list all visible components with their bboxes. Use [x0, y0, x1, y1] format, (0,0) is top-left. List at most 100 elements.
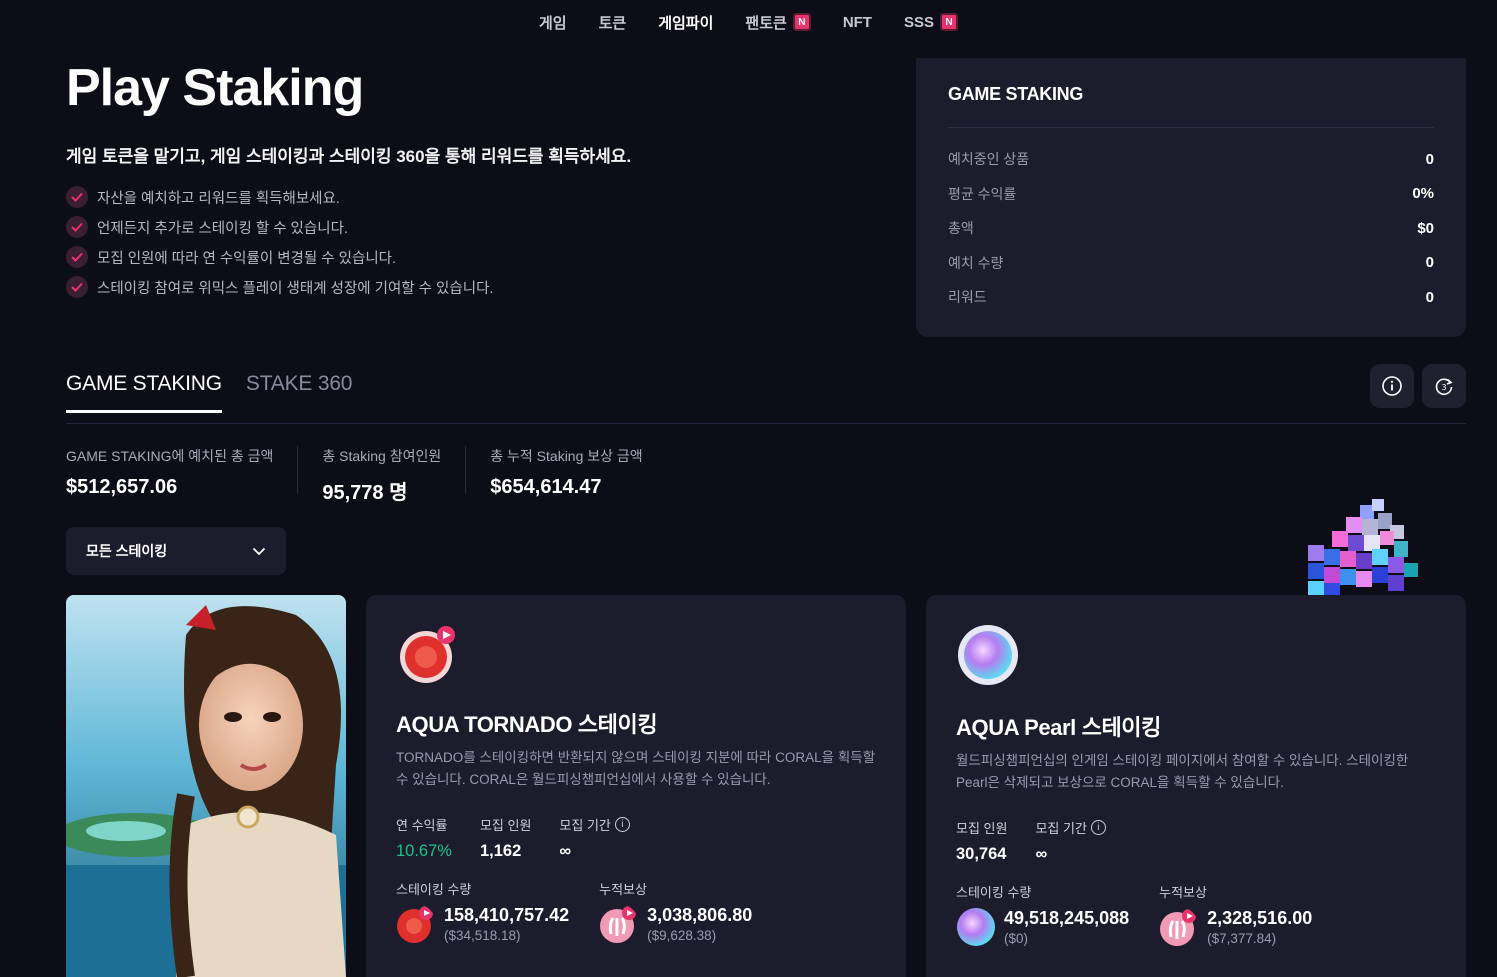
tab-stake-360[interactable]: STAKE 360	[246, 372, 353, 413]
summary-label: 리워드	[948, 289, 987, 306]
apr-label: 연 수익률	[396, 818, 448, 833]
staking-filter-select[interactable]: 모든 스테이킹	[66, 527, 286, 575]
summary-row: 예치중인 상품 0	[948, 142, 1434, 177]
period-value: ∞	[1035, 845, 1048, 863]
character-illustration	[66, 595, 346, 977]
summary-value: $0	[1417, 219, 1434, 237]
chevron-down-icon	[252, 547, 266, 555]
tornado-token-icon	[400, 626, 455, 683]
staked-amount: 158,410,757.42	[444, 905, 570, 925]
staked-usd: ($34,518.18)	[444, 928, 521, 943]
tab-game-staking[interactable]: GAME STAKING	[66, 372, 222, 413]
refresh-timer-icon: 3	[1435, 378, 1453, 396]
tornado-token-icon	[397, 906, 433, 943]
card-title: AQUA TORNADO 스테이킹	[396, 712, 658, 737]
reward-amount: 3,038,806.80	[647, 905, 753, 925]
benefit-text: 스테이킹 참여로 위믹스 플레이 생태계 성장에 기여할 수 있습니다.	[97, 280, 494, 297]
nav-label: 토큰	[598, 14, 627, 32]
reward-field: 누적보상 2,328,516.00 ($7,377.84)	[1159, 882, 1312, 947]
summary-title: GAME STAKING	[948, 84, 1084, 104]
my-staking-summary: GAME STAKING 예치중인 상품 0 평균 수익률 0% 총액 $0 예치 수…	[916, 58, 1466, 337]
period-field: 모집 기간 i ∞	[1035, 818, 1106, 864]
coral-token-icon	[1160, 909, 1197, 946]
benefit-item: 자산을 예치하고 리워드를 획득해보세요.	[66, 182, 493, 212]
summary-value: 0	[1425, 150, 1434, 168]
apr-field: 연 수익률 10.67%	[396, 815, 452, 861]
staking-card-aqua-tornado[interactable]: AQUA TORNADO 스테이킹 TORNADO를 스테이킹하면 반환되지 않…	[366, 595, 906, 977]
stat-value: 95,778 명	[322, 482, 408, 504]
recruit-field: 모집 인원 30,764	[956, 818, 1007, 864]
check-icon	[66, 186, 88, 208]
benefit-list: 자산을 예치하고 리워드를 획득해보세요. 언제든지 추가로 스테이킹 할 수 …	[66, 182, 493, 302]
benefit-item: 모집 인원에 따라 연 수익률이 변경될 수 있습니다.	[66, 242, 493, 272]
period-label-row: 모집 기간 i	[1035, 818, 1106, 837]
benefit-item: 언제든지 추가로 스테이킹 할 수 있습니다.	[66, 212, 493, 242]
nav-label: NFT	[842, 13, 872, 31]
check-icon	[66, 216, 88, 238]
staked-amount: 49,518,245,088	[1004, 908, 1130, 928]
reward-label: 누적보상	[1159, 885, 1207, 900]
nav-label: 게임	[538, 14, 567, 32]
stat-total-rewards: 총 누적 Staking 보상 금액 $654,614.47	[490, 446, 666, 498]
summary-row: 예치 수량 0	[948, 246, 1434, 281]
summary-value: 0	[1425, 288, 1434, 306]
reward-usd: ($7,377.84)	[1207, 931, 1277, 946]
period-value: ∞	[559, 842, 572, 860]
card-description: 월드피싱챔피언십의 인게임 스테이킹 페이지에서 참여할 수 있습니다. 스테이…	[956, 753, 1409, 790]
nav-label: 팬토큰	[745, 14, 787, 32]
staking-tabs: GAME STAKING STAKE 360	[66, 372, 352, 413]
game-character-banner	[66, 595, 346, 977]
summary-row: 리워드 0	[948, 280, 1434, 315]
nav-item-fantoken[interactable]: 팬토큰 N	[745, 12, 811, 33]
nav-item-token[interactable]: 토큰	[599, 12, 627, 33]
period-label-row: 모집 기간 i	[559, 815, 630, 834]
info-icon[interactable]: i	[1090, 820, 1106, 835]
benefit-text: 모집 인원에 따라 연 수익률이 변경될 수 있습니다.	[97, 250, 397, 267]
summary-label: 총액	[948, 220, 974, 237]
summary-row: 평균 수익률 0%	[948, 177, 1434, 212]
new-badge: N	[792, 13, 811, 31]
recruit-value: 1,162	[479, 842, 522, 860]
recruit-value: 30,764	[956, 845, 1007, 863]
page-subtitle: 게임 토큰을 맡기고, 게임 스테이킹과 스테이킹 360을 통해 리워드를 획…	[66, 147, 632, 166]
benefit-item: 스테이킹 참여로 위믹스 플레이 생태계 성장에 기여할 수 있습니다.	[66, 272, 493, 302]
info-icon	[1382, 376, 1402, 396]
stat-label: GAME STAKING에 예치된 총 금액	[66, 448, 274, 464]
info-icon[interactable]: i	[614, 817, 630, 832]
staked-amount-field: 스테이킹 수량 49,518,245,088 ($0)	[956, 882, 1129, 947]
recruit-field: 모집 인원 1,162	[480, 815, 531, 861]
stat-label: 총 누적 Staking 보상 금액	[490, 448, 643, 464]
tabs-divider	[66, 423, 1466, 424]
summary-value: 0%	[1412, 185, 1434, 203]
reward-label: 누적보상	[599, 882, 647, 897]
coral-token-icon	[600, 906, 637, 943]
nav-item-sss[interactable]: SSS N	[904, 13, 958, 31]
stat-total-deposit: GAME STAKING에 예치된 총 금액 $512,657.06	[66, 446, 299, 498]
nav-label: 게임파이	[658, 14, 714, 32]
staked-amount-field: 스테이킹 수량 158,410,757.42 ($34,518.18)	[396, 879, 569, 944]
nav-label: SSS	[903, 13, 934, 31]
refresh-button[interactable]: 3	[1422, 364, 1466, 408]
cube-illustration	[1308, 499, 1418, 595]
check-icon	[66, 246, 88, 268]
nav-item-gamefi[interactable]: 게임파이	[658, 12, 713, 33]
apr-value: 10.67%	[396, 842, 452, 860]
check-icon	[66, 276, 88, 298]
staked-label: 스테이킹 수량	[956, 885, 1032, 900]
info-button[interactable]	[1370, 364, 1414, 408]
summary-label: 예치중인 상품	[948, 151, 1030, 168]
staked-label: 스테이킹 수량	[396, 882, 472, 897]
card-description: TORNADO를 스테이킹하면 반환되지 않으며 스테이킹 지분에 따라 COR…	[396, 750, 876, 787]
nav-item-nft[interactable]: NFT	[843, 14, 872, 31]
nav-item-game[interactable]: 게임	[539, 12, 567, 33]
period-label: 모집 기간	[559, 818, 611, 833]
card-title: AQUA Pearl 스테이킹	[956, 715, 1161, 740]
svg-text:3: 3	[1441, 383, 1446, 392]
period-field: 모집 기간 i ∞	[559, 815, 630, 861]
filter-selected-label: 모든 스테이킹	[86, 543, 168, 559]
staking-card-aqua-pearl[interactable]: AQUA Pearl 스테이킹 월드피싱챔피언십의 인게임 스테이킹 페이지에서…	[926, 595, 1466, 977]
reward-usd: ($9,628.38)	[647, 928, 717, 943]
staked-usd: ($0)	[1004, 931, 1029, 946]
summary-value: 0	[1425, 254, 1434, 272]
benefit-text: 자산을 예치하고 리워드를 획득해보세요.	[97, 190, 340, 207]
